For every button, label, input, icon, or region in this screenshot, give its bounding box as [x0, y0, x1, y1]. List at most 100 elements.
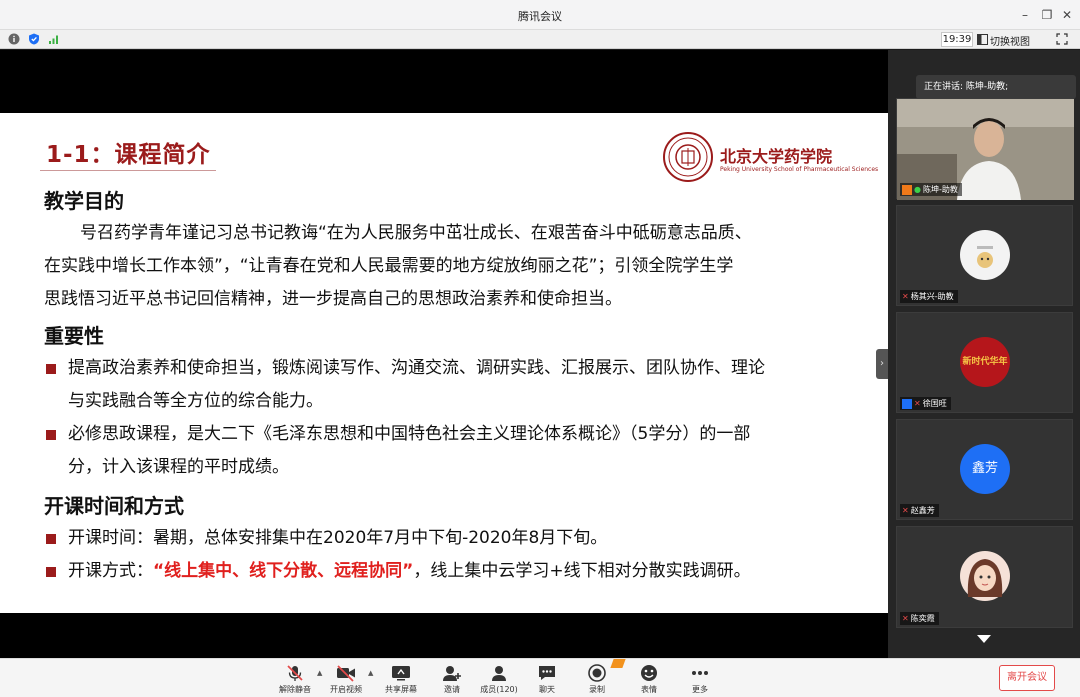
title-underline [40, 170, 216, 171]
participant-name-tag: ✕ 徐国旺 [900, 397, 951, 410]
record-button[interactable]: 录制 [572, 659, 626, 697]
title-bar: 腾讯会议 – ❐ ✕ [0, 0, 1080, 30]
toolbar-label: 解除静音 [279, 685, 311, 694]
scroll-down-icon[interactable] [977, 635, 991, 643]
mic-muted-icon: ✕ [902, 292, 909, 301]
participant-name-tag: ✕ 陈奕霞 [900, 612, 939, 625]
chat-icon [539, 666, 555, 680]
bullet-marker [46, 430, 56, 440]
avatar [960, 230, 1010, 280]
slide-title: 1-1：课程简介 [46, 142, 211, 168]
section-heading-schedule: 开课时间和方式 [44, 494, 184, 518]
goal-line-2: 在实践中增长工作本领”，“让青春在党和人民最需要的地方绽放绚丽之花”；引领全院学… [44, 256, 734, 276]
toolbar-label: 录制 [589, 685, 605, 694]
video-options-caret[interactable]: ▲ [368, 669, 373, 677]
avatar: 新时代华年 [960, 337, 1010, 387]
video-tile-participant[interactable]: ✕ 陈奕霞 [896, 526, 1073, 628]
mic-muted-icon: ✕ [902, 614, 909, 623]
participant-name-tag: ✕ 赵鑫芳 [900, 504, 939, 517]
cartoon-avatar-icon [977, 246, 993, 268]
toolbar-label: 邀请 [444, 685, 460, 694]
toolbar-label: 共享屏幕 [385, 685, 417, 694]
logo-subtitle: Peking University School of Pharmaceutic… [720, 166, 879, 173]
avatar-caption: 新时代华年 [962, 357, 1008, 367]
start-video-button[interactable]: 开启视频 [321, 661, 371, 697]
participant-name: 徐国旺 [922, 399, 947, 408]
host-icon [902, 184, 912, 195]
toolbar-label: 开启视频 [330, 685, 362, 694]
participant-name: 陈奕霞 [910, 614, 935, 623]
bullet-marker [46, 567, 56, 577]
video-tile-participant[interactable]: 鑫芳 ✕ 赵鑫芳 [896, 419, 1073, 520]
members-icon [492, 666, 506, 681]
share-screen-icon [392, 666, 410, 681]
toolbar-label: 表情 [641, 685, 657, 694]
speaking-indicator: 正在讲话: 陈坤-助教; [916, 75, 1076, 99]
share-screen-button[interactable]: 共享屏幕 [376, 661, 426, 697]
security-shield-icon[interactable] [28, 33, 40, 45]
video-tile-participant[interactable]: ✕ 杨其兴-助教 [896, 205, 1073, 306]
meeting-toolbar: 解除静音 ▲ 开启视频 ▲ 共享屏幕 邀请 成员(120) 聊天 录制 表情 更… [0, 658, 1080, 697]
bullet-3: 开课时间：暑期，总体安排集中在2020年7月中下旬-2020年8月下旬。 [68, 528, 608, 548]
mic-off-icon [287, 665, 303, 681]
goal-line-1: 号召药学青年谨记习总书记教诲“在为人民服务中茁壮成长、在艰苦奋斗中砥砺意志品质、 [80, 223, 752, 243]
bullet-1-line-2: 与实践融合等全方位的综合能力。 [68, 391, 323, 411]
fullscreen-icon[interactable] [1056, 33, 1068, 45]
emoji-icon [641, 665, 657, 681]
minimize-icon[interactable]: – [1016, 6, 1034, 24]
toolbar-label: 聊天 [539, 685, 555, 694]
switch-view-icon[interactable] [977, 34, 988, 45]
bullet-4-prefix: 开课方式： [68, 561, 153, 581]
switch-view-button[interactable]: 切换视图 [990, 33, 1030, 48]
toolbar-label: 成员(120) [480, 685, 518, 694]
goal-line-3: 思践悟习近平总书记回信精神，进一步提高自己的思想政治素养和使命担当。 [44, 289, 622, 309]
invite-user-icon [443, 666, 461, 681]
participant-name-tag: ✕ 杨其兴-助教 [900, 290, 958, 303]
more-button[interactable]: 更多 [675, 661, 725, 697]
participant-name: 陈坤-助教 [922, 185, 958, 194]
video-tile-speaker[interactable]: ● 陈坤-助教 [896, 98, 1074, 200]
section-heading-goal: 教学目的 [44, 189, 124, 213]
pku-logo: 北京大学药学院 Peking University School of Phar… [662, 131, 878, 185]
mic-active-icon: ● [914, 185, 921, 194]
mic-muted-icon: ✕ [902, 506, 909, 515]
meeting-clock: 19:39 [941, 32, 973, 47]
avatar: 鑫芳 [960, 444, 1010, 494]
mic-muted-icon: ✕ [914, 399, 921, 408]
bullet-marker [46, 534, 56, 544]
more-icon [692, 671, 708, 675]
bullet-4-highlight: “线上集中、线下分散、远程协同” [153, 561, 414, 581]
record-icon [588, 664, 606, 682]
video-off-icon [337, 665, 355, 682]
emoji-button[interactable]: 表情 [624, 661, 674, 697]
members-button[interactable]: 成员(120) [474, 661, 524, 697]
info-icon[interactable] [8, 33, 20, 45]
participant-name-tag: ● 陈坤-助教 [900, 183, 962, 196]
collapse-panel-button[interactable]: › [876, 349, 888, 379]
bullet-4: 开课方式：“线上集中、线下分散、远程协同”，线上集中云学习+线下相对分散实践调研… [68, 555, 848, 588]
chat-button[interactable]: 聊天 [522, 661, 572, 697]
bullet-2-line-2: 分，计入该课程的平时成绩。 [68, 457, 289, 477]
restore-icon[interactable]: ❐ [1038, 6, 1056, 24]
leave-meeting-button[interactable]: 离开会议 [999, 665, 1055, 691]
user-icon [902, 398, 912, 409]
bullet-1-line-1: 提高政治素养和使命担当，锻炼阅读写作、沟通交流、调研实践、汇报展示、团队协作、理… [68, 358, 765, 378]
video-tile-participant[interactable]: 新时代华年 ✕ 徐国旺 [896, 312, 1073, 413]
toolbar-label: 更多 [692, 685, 708, 694]
participant-name: 杨其兴-助教 [910, 292, 954, 301]
unmute-button[interactable]: 解除静音 [270, 661, 320, 697]
section-heading-importance: 重要性 [44, 324, 104, 348]
presentation-slide: 1-1：课程简介 北京大学药学院 Peking University Schoo… [0, 113, 888, 613]
window-title: 腾讯会议 [518, 10, 562, 23]
meeting-window: 腾讯会议 – ❐ ✕ 19:39 切换视图 1-1：课程简介 北京大学药学院 P… [0, 0, 1080, 697]
status-bar: 19:39 切换视图 [0, 30, 1080, 49]
bullet-4-suffix: ，线上集中云学习+线下相对分散实践调研。 [413, 561, 751, 581]
pku-seal-icon [663, 132, 713, 182]
cartoon-girl-avatar-icon [967, 559, 1003, 597]
close-icon[interactable]: ✕ [1058, 6, 1076, 24]
bullet-marker [46, 364, 56, 374]
signal-icon[interactable] [48, 33, 60, 45]
participant-name: 赵鑫芳 [910, 506, 935, 515]
logo-text: 北京大学药学院 [720, 147, 833, 166]
invite-button[interactable]: 邀请 [427, 661, 477, 697]
